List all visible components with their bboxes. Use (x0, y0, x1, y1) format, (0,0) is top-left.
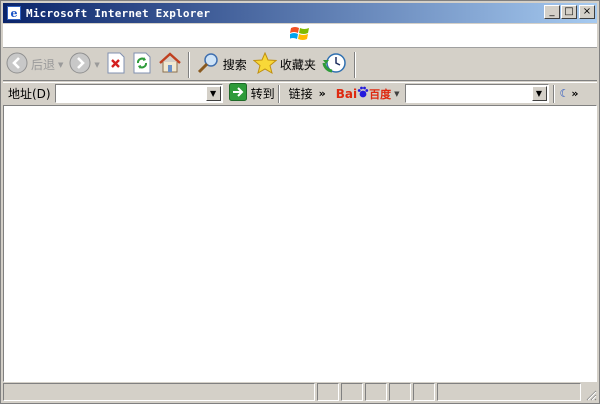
extra-toolbar-icon[interactable]: ☾ (560, 87, 570, 100)
standard-toolbar: 后退 ▼ ▼ 搜索 收藏夹 (3, 49, 597, 81)
chevron-icon[interactable]: » (571, 87, 578, 100)
home-icon (158, 52, 182, 77)
baidu-search-input[interactable]: ▼ (404, 84, 549, 103)
svg-text:e: e (11, 7, 18, 20)
status-cell (341, 383, 363, 401)
ie-icon: e (6, 5, 22, 21)
forward-icon (69, 52, 91, 77)
status-cell (413, 383, 435, 401)
go-label: 转到 (250, 87, 275, 101)
search-icon (196, 52, 220, 77)
title-bar[interactable]: e Microsoft Internet Explorer _ □ × (3, 3, 597, 23)
status-text-cell (3, 383, 315, 401)
browser-window: e Microsoft Internet Explorer _ □ × 后退 ▼… (0, 0, 600, 404)
baidu-logo-text-3: 百度 (369, 87, 392, 101)
baidu-dropdown-icon[interactable]: ▼ (394, 90, 399, 98)
address-input[interactable]: ▼ (54, 84, 223, 103)
status-cell (365, 383, 387, 401)
status-bar (3, 383, 597, 401)
forward-dropdown-icon[interactable]: ▼ (94, 61, 99, 69)
minimize-button[interactable]: _ (544, 5, 560, 19)
address-bar: 地址(D) ▼ 转到 链接 » Bai 百度 ▼ ▼ ☾ » (3, 82, 597, 104)
back-label: 后退 (31, 58, 56, 72)
address-dropdown-button[interactable]: ▼ (205, 86, 221, 101)
search-label: 搜索 (222, 58, 247, 72)
go-button[interactable]: 转到 (228, 83, 275, 104)
page-content[interactable] (3, 105, 597, 382)
status-zone-cell (437, 383, 581, 401)
favorites-label: 收藏夹 (279, 58, 316, 72)
go-arrow-icon (228, 83, 247, 104)
window-title: Microsoft Internet Explorer (26, 6, 211, 20)
back-icon (6, 52, 28, 77)
chevron-down-icon: ▼ (210, 89, 217, 98)
baidu-paw-icon (357, 86, 369, 101)
address-label: 地址(D) (8, 87, 51, 101)
forward-button[interactable]: ▼ (66, 51, 102, 79)
search-button[interactable]: 搜索 (193, 51, 250, 79)
resize-grip-icon[interactable] (585, 389, 597, 401)
back-button[interactable]: 后退 ▼ (3, 51, 66, 79)
favorites-button[interactable]: 收藏夹 (250, 51, 319, 79)
windows-flag-icon (289, 25, 310, 46)
stop-icon (106, 52, 126, 77)
home-button[interactable] (155, 51, 185, 79)
baidu-logo-text-1: Bai (335, 86, 358, 101)
toolbar-separator (353, 51, 356, 78)
stop-button[interactable] (103, 51, 129, 79)
history-button[interactable] (319, 51, 351, 79)
baidu-toolbar-button[interactable]: Bai 百度 ▼ (336, 86, 400, 102)
address-separator (277, 84, 280, 103)
status-cell (317, 383, 339, 401)
history-icon (322, 52, 348, 77)
refresh-button[interactable] (129, 51, 155, 79)
baidu-dropdown-button[interactable]: ▼ (531, 86, 547, 101)
toolbar-separator (187, 51, 190, 78)
refresh-icon (132, 52, 152, 77)
close-button[interactable]: × (579, 5, 595, 19)
links-button[interactable]: 链接 » (289, 85, 326, 102)
back-dropdown-icon[interactable]: ▼ (58, 61, 63, 69)
chevron-down-icon: ▼ (535, 89, 543, 98)
favorites-star-icon (252, 51, 278, 77)
chevron-icon: » (318, 87, 326, 100)
brand-strip (3, 24, 597, 48)
status-cell (389, 383, 411, 401)
links-label: 链接 (288, 87, 313, 101)
maximize-button[interactable]: □ (561, 5, 577, 19)
address-separator (552, 84, 555, 103)
